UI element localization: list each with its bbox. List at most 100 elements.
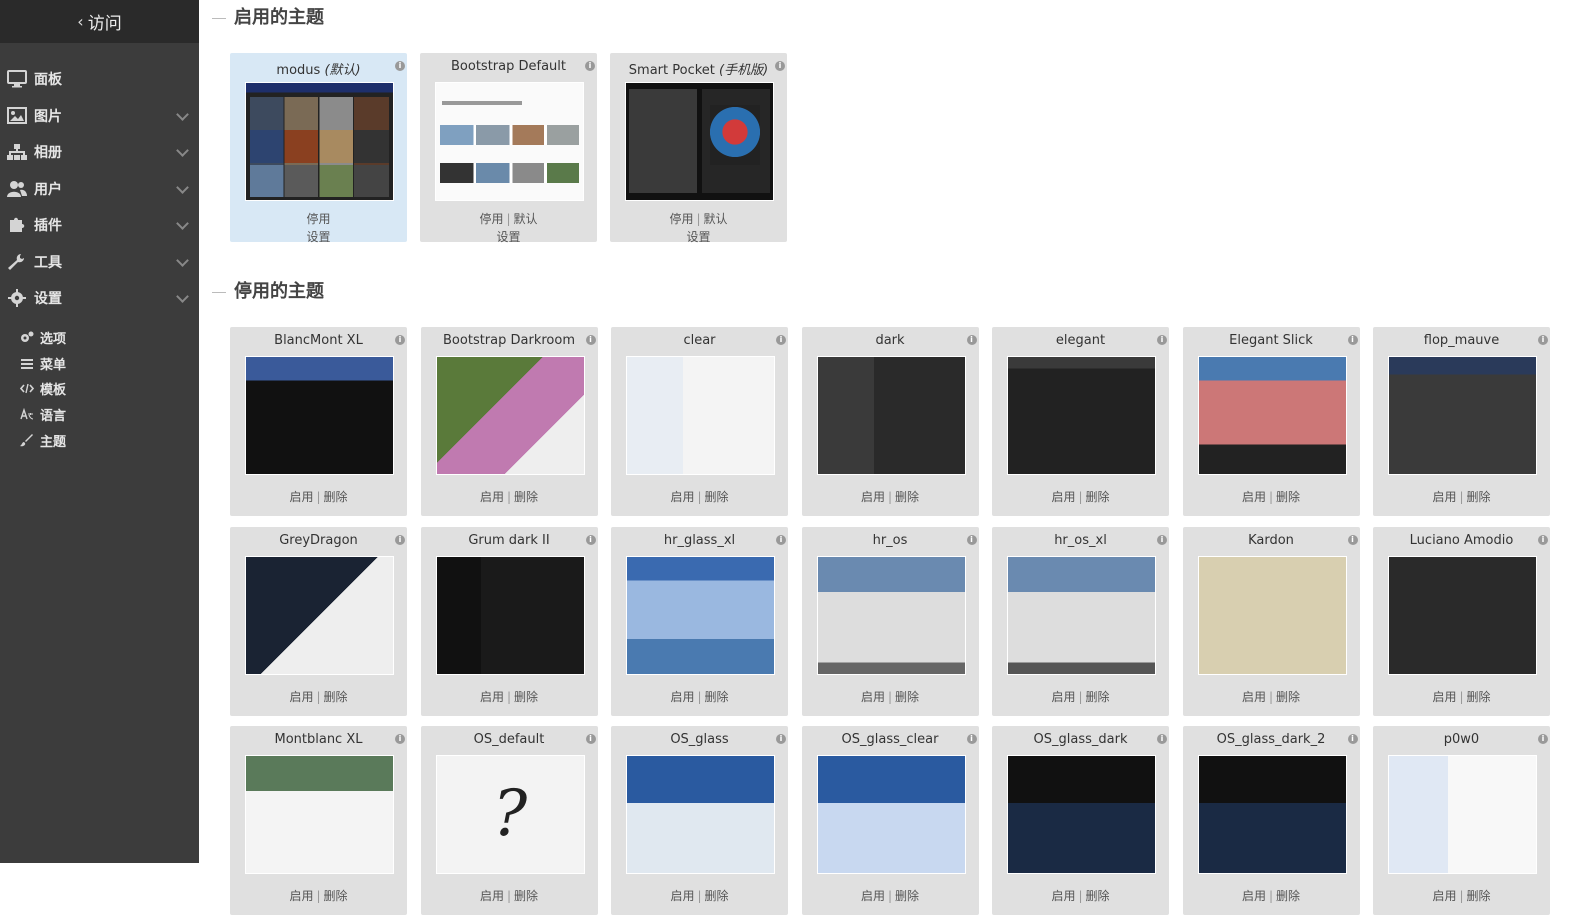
theme-screenshot[interactable] — [245, 555, 394, 675]
delete-link[interactable]: 删除 — [705, 889, 729, 903]
enable-link[interactable]: 启用 — [480, 889, 504, 903]
enable-link[interactable]: 启用 — [670, 690, 694, 704]
theme-screenshot[interactable] — [816, 356, 966, 475]
delete-link[interactable]: 删除 — [1086, 889, 1110, 903]
submenu-item-languages[interactable]: 语言 — [0, 402, 199, 428]
theme-screenshot[interactable] — [1197, 555, 1347, 675]
configure-link[interactable]: 设置 — [496, 230, 520, 244]
sidebar-item-dashboard[interactable]: 面板 — [0, 61, 199, 98]
delete-link[interactable]: 删除 — [1276, 889, 1300, 903]
info-icon[interactable]: i — [1157, 335, 1167, 345]
enable-link[interactable]: 启用 — [1051, 490, 1075, 504]
info-icon[interactable]: i — [585, 335, 596, 345]
sidebar-item-users[interactable]: 用户 — [0, 171, 199, 208]
info-icon[interactable]: i — [776, 734, 786, 744]
set-default-link[interactable]: 默认 — [704, 212, 728, 226]
theme-screenshot[interactable] — [1388, 755, 1537, 874]
theme-screenshot[interactable] — [245, 356, 394, 475]
info-icon[interactable]: i — [776, 534, 786, 545]
theme-screenshot[interactable] — [816, 755, 966, 874]
delete-link[interactable]: 删除 — [895, 690, 919, 704]
theme-screenshot[interactable] — [1197, 755, 1347, 874]
delete-link[interactable]: 删除 — [1467, 490, 1491, 504]
info-icon[interactable]: i — [395, 61, 405, 71]
info-icon[interactable]: i — [585, 61, 595, 71]
theme-screenshot[interactable] — [245, 82, 394, 201]
info-icon[interactable]: i — [395, 335, 405, 345]
info-icon[interactable]: i — [1538, 534, 1548, 545]
theme-screenshot[interactable] — [626, 555, 775, 675]
theme-screenshot[interactable] — [816, 555, 966, 675]
enable-link[interactable]: 启用 — [1432, 690, 1456, 704]
info-icon[interactable]: i — [966, 335, 977, 345]
theme-screenshot[interactable] — [435, 82, 584, 201]
theme-screenshot[interactable] — [1197, 356, 1347, 475]
delete-link[interactable]: 删除 — [514, 889, 538, 903]
enable-link[interactable]: 启用 — [861, 690, 885, 704]
delete-link[interactable]: 删除 — [1086, 690, 1110, 704]
info-icon[interactable]: i — [966, 534, 977, 545]
theme-screenshot[interactable] — [1007, 755, 1156, 874]
visit-button[interactable]: ‹ 访问 — [0, 0, 199, 43]
submenu-item-templates[interactable]: 模板 — [0, 376, 199, 402]
enable-link[interactable]: 启用 — [289, 490, 313, 504]
enable-link[interactable]: 启用 — [480, 490, 504, 504]
theme-screenshot[interactable] — [245, 755, 394, 874]
info-icon[interactable]: i — [1538, 734, 1548, 744]
info-icon[interactable]: i — [1157, 734, 1167, 744]
theme-screenshot[interactable] — [625, 82, 774, 201]
delete-link[interactable]: 删除 — [324, 690, 348, 704]
submenu-item-themes[interactable]: 主题 — [0, 428, 199, 454]
configure-link[interactable]: 设置 — [686, 230, 710, 244]
deactivate-link[interactable]: 停用 — [669, 212, 693, 226]
submenu-item-options[interactable]: 选项 — [0, 325, 199, 351]
delete-link[interactable]: 删除 — [895, 889, 919, 903]
info-icon[interactable]: i — [966, 734, 977, 744]
sidebar-item-albums[interactable]: 相册 — [0, 134, 199, 171]
set-default-link[interactable]: 默认 — [514, 212, 538, 226]
sidebar-item-tools[interactable]: 工具 — [0, 244, 199, 281]
info-icon[interactable]: i — [775, 61, 785, 71]
enable-link[interactable]: 启用 — [1242, 889, 1266, 903]
delete-link[interactable]: 删除 — [705, 690, 729, 704]
submenu-item-menus[interactable]: 菜单 — [0, 350, 199, 376]
delete-link[interactable]: 删除 — [324, 889, 348, 903]
info-icon[interactable]: i — [1157, 534, 1167, 545]
configure-link[interactable]: 设置 — [306, 230, 330, 244]
theme-screenshot[interactable] — [1007, 555, 1156, 675]
info-icon[interactable]: i — [395, 734, 405, 744]
info-icon[interactable]: i — [1347, 335, 1358, 345]
delete-link[interactable]: 删除 — [1467, 889, 1491, 903]
info-icon[interactable]: i — [776, 335, 786, 345]
enable-link[interactable]: 启用 — [861, 490, 885, 504]
info-icon[interactable]: i — [1347, 734, 1358, 744]
info-icon[interactable]: i — [585, 534, 596, 545]
theme-screenshot[interactable] — [1007, 356, 1156, 475]
delete-link[interactable]: 删除 — [1086, 490, 1110, 504]
sidebar-item-photos[interactable]: 图片 — [0, 98, 199, 135]
delete-link[interactable]: 删除 — [1276, 490, 1300, 504]
delete-link[interactable]: 删除 — [1467, 690, 1491, 704]
delete-link[interactable]: 删除 — [514, 490, 538, 504]
delete-link[interactable]: 删除 — [1276, 690, 1300, 704]
theme-screenshot[interactable] — [1388, 356, 1537, 475]
info-icon[interactable]: i — [585, 734, 596, 744]
theme-screenshot[interactable] — [626, 755, 775, 874]
sidebar-item-plugins[interactable]: 插件 — [0, 207, 199, 244]
enable-link[interactable]: 启用 — [289, 690, 313, 704]
enable-link[interactable]: 启用 — [1051, 690, 1075, 704]
theme-screenshot[interactable] — [435, 555, 585, 675]
delete-link[interactable]: 删除 — [895, 490, 919, 504]
deactivate-link[interactable]: 停用 — [306, 212, 330, 226]
enable-link[interactable]: 启用 — [289, 889, 313, 903]
enable-link[interactable]: 启用 — [480, 690, 504, 704]
enable-link[interactable]: 启用 — [1432, 889, 1456, 903]
enable-link[interactable]: 启用 — [670, 490, 694, 504]
enable-link[interactable]: 启用 — [1432, 490, 1456, 504]
enable-link[interactable]: 启用 — [1051, 889, 1075, 903]
delete-link[interactable]: 删除 — [324, 490, 348, 504]
theme-screenshot[interactable] — [1388, 555, 1537, 675]
deactivate-link[interactable]: 停用 — [479, 212, 503, 226]
sidebar-item-settings[interactable]: 设置 — [0, 280, 199, 317]
enable-link[interactable]: 启用 — [1242, 690, 1266, 704]
